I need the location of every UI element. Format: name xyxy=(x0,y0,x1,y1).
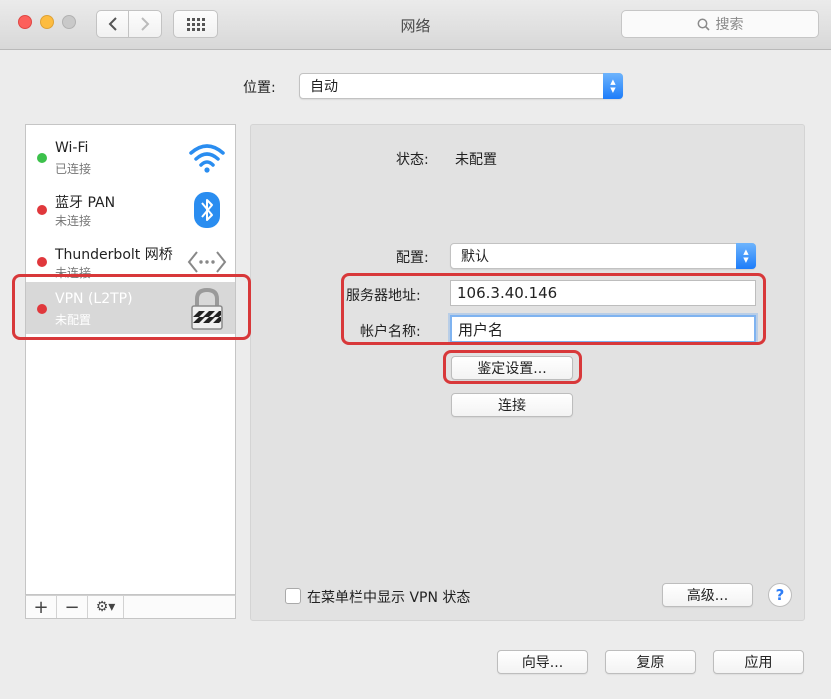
connect-button[interactable]: 连接 xyxy=(451,393,573,417)
config-popup[interactable]: 默认 ▲ ▼ xyxy=(450,243,756,269)
gear-menu-button[interactable]: ⚙▾ xyxy=(88,596,124,618)
search-icon xyxy=(697,18,710,31)
service-item-bluetooth-pan[interactable]: 蓝牙 PAN 未连接 xyxy=(26,183,235,235)
location-value: 自动 xyxy=(310,79,338,95)
assist-me-button[interactable]: 向导... xyxy=(497,650,588,674)
location-popup[interactable]: 自动 ▲ ▼ xyxy=(299,73,623,99)
gear-icon: ⚙▾ xyxy=(95,599,116,615)
show-vpn-status-label: 在菜单栏中显示 VPN 状态 xyxy=(307,590,471,606)
search-field[interactable]: 搜索 xyxy=(621,10,819,38)
help-button[interactable]: ? xyxy=(768,583,792,607)
vpn-item-highlight xyxy=(12,274,251,340)
service-item-wifi[interactable]: Wi-Fi 已连接 xyxy=(26,131,235,183)
popup-arrows-icon: ▲ ▼ xyxy=(603,73,623,99)
service-status: 未连接 xyxy=(55,214,92,228)
popup-arrows-icon: ▲ ▼ xyxy=(736,243,756,269)
service-status: 已连接 xyxy=(55,162,92,176)
service-list: Wi-Fi 已连接 蓝牙 PAN 未连接 Thunderbolt 网桥 未连接 … xyxy=(25,124,236,595)
server-account-highlight xyxy=(341,273,766,345)
service-name: Wi-Fi xyxy=(55,140,89,156)
apply-button[interactable]: 应用 xyxy=(713,650,804,674)
location-label: 位置: xyxy=(243,80,276,96)
status-label: 状态: xyxy=(396,152,429,168)
show-vpn-status-checkbox[interactable] xyxy=(285,588,301,604)
revert-button[interactable]: 复原 xyxy=(605,650,696,674)
config-value: 默认 xyxy=(461,249,489,265)
add-service-button[interactable]: + xyxy=(26,596,57,618)
service-list-toolbar: + − ⚙▾ xyxy=(25,595,236,619)
bluetooth-icon xyxy=(187,191,227,229)
network-window: 网络 搜索 位置: 自动 ▲ ▼ Wi-Fi 已连接 蓝牙 PAN 未连接 Th… xyxy=(0,0,831,699)
auth-settings-highlight xyxy=(443,350,582,384)
wifi-icon xyxy=(187,139,227,177)
service-name: Thunderbolt 网桥 xyxy=(55,247,173,263)
status-value: 未配置 xyxy=(455,152,497,168)
status-dot xyxy=(37,153,47,163)
advanced-button[interactable]: 高级... xyxy=(662,583,753,607)
config-label: 配置: xyxy=(396,250,429,266)
status-dot xyxy=(37,205,47,215)
service-name: 蓝牙 PAN xyxy=(55,195,116,211)
status-dot xyxy=(37,257,47,267)
remove-service-button[interactable]: − xyxy=(57,596,88,618)
search-placeholder: 搜索 xyxy=(715,17,744,33)
title-bar: 网络 搜索 xyxy=(0,0,831,50)
